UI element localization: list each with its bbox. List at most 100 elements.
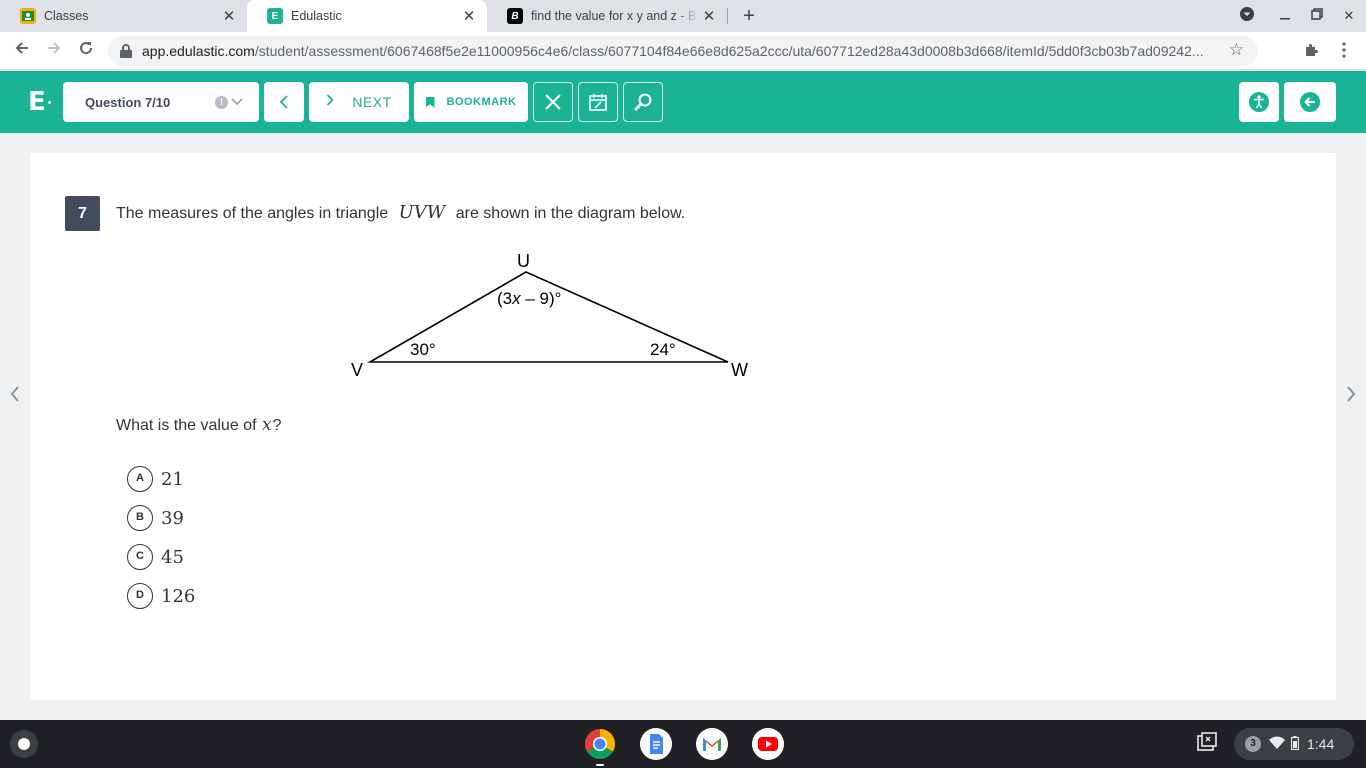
tab-title: Classes bbox=[44, 9, 89, 23]
tab-separator bbox=[727, 8, 728, 24]
question-stem: The measures of the angles in triangle U… bbox=[116, 202, 685, 223]
tab-brainly[interactable]: B find the value for x y and z - Brainly… bbox=[487, 0, 727, 32]
exclamation-icon: ! bbox=[215, 95, 228, 109]
close-tab-icon[interactable]: ✕ bbox=[459, 7, 479, 25]
tab-search-icon[interactable] bbox=[1236, 6, 1258, 26]
choice-letter-badge[interactable]: C bbox=[127, 544, 153, 570]
clock: 1:44 bbox=[1307, 736, 1335, 752]
brainly-icon: B bbox=[507, 8, 523, 24]
choice-letter-badge[interactable]: A bbox=[127, 466, 153, 492]
forward-icon[interactable] bbox=[42, 39, 66, 63]
running-indicator bbox=[596, 764, 604, 766]
angle-u-label: (3x – 9)° bbox=[497, 289, 561, 308]
os-shelf: 3 1:44 bbox=[0, 720, 1366, 768]
close-icon bbox=[545, 94, 561, 110]
chevron-right-icon bbox=[326, 93, 334, 111]
menu-dots-icon[interactable] bbox=[1334, 42, 1354, 62]
restore-icon[interactable] bbox=[1306, 6, 1328, 26]
status-tray[interactable]: 3 1:44 bbox=[1234, 728, 1354, 760]
back-icon[interactable] bbox=[10, 39, 34, 63]
choice-letter-badge[interactable]: B bbox=[127, 505, 153, 531]
question-selector-label: Question 7/10 bbox=[85, 94, 171, 110]
youtube-app-icon[interactable] bbox=[752, 728, 784, 760]
reload-icon[interactable] bbox=[74, 39, 98, 63]
choice-value[interactable]: 39 bbox=[161, 508, 184, 529]
choice-value[interactable]: 126 bbox=[161, 586, 195, 607]
url-text: app.edulastic.com/student/assessment/606… bbox=[142, 43, 1258, 59]
google-classroom-icon bbox=[20, 8, 36, 24]
question-number-badge: 7 bbox=[65, 196, 100, 231]
choice-letter-badge[interactable]: D bbox=[127, 583, 153, 609]
tab-title: Edulastic bbox=[291, 9, 342, 23]
lock-icon[interactable] bbox=[120, 44, 132, 58]
assessment-header: E Question 7/10 ! NEXT BOOKMARK bbox=[0, 71, 1366, 133]
next-label: NEXT bbox=[352, 94, 392, 110]
choice-value[interactable]: 21 bbox=[161, 469, 184, 490]
answer-choice-d[interactable]: D 126 bbox=[127, 583, 195, 609]
edulastic-logo: E bbox=[28, 87, 46, 117]
chevron-left-icon bbox=[279, 95, 288, 109]
question-card: 7 The measures of the angles in triangle… bbox=[30, 153, 1336, 700]
edulastic-icon: E bbox=[267, 8, 283, 24]
prompt-text-before: What is the value of bbox=[116, 417, 257, 434]
gmail-app-icon[interactable] bbox=[696, 728, 728, 760]
previous-button[interactable] bbox=[264, 82, 304, 122]
triangle-diagram: U V W (3x – 9)° 30° 24° bbox=[351, 251, 748, 380]
prompt-text-after: ? bbox=[272, 417, 282, 434]
new-tab-icon[interactable]: + bbox=[738, 4, 760, 28]
chevron-down-icon bbox=[231, 95, 247, 109]
choice-value[interactable]: 45 bbox=[161, 547, 184, 568]
tab-title: find the value for x y and z - Brainly bbox=[531, 9, 699, 23]
minimize-icon[interactable] bbox=[1274, 6, 1296, 26]
exit-button[interactable] bbox=[1284, 82, 1336, 122]
calendar-pencil-icon bbox=[589, 94, 607, 111]
question-text-before: The measures of the angles in triangle bbox=[116, 205, 389, 222]
crossout-tool-button[interactable] bbox=[533, 82, 573, 122]
screen-capture-icon[interactable] bbox=[1196, 732, 1218, 754]
tab-classes[interactable]: Classes ✕ bbox=[0, 0, 247, 32]
tab-edulastic[interactable]: E Edulastic ✕ bbox=[247, 0, 487, 32]
bookmark-icon bbox=[425, 96, 435, 108]
triangle-name: UVW bbox=[398, 202, 446, 223]
close-tab-icon[interactable]: ✕ bbox=[219, 7, 239, 25]
scratchpad-tool-button[interactable] bbox=[578, 82, 618, 122]
next-question-arrow-icon[interactable] bbox=[1341, 384, 1361, 408]
accessibility-button[interactable] bbox=[1239, 82, 1279, 122]
bookmark-button[interactable]: BOOKMARK bbox=[414, 82, 528, 122]
accessibility-icon bbox=[1249, 92, 1269, 112]
angle-u-close: – 9)° bbox=[521, 289, 562, 308]
next-button[interactable]: NEXT bbox=[309, 82, 409, 122]
bookmark-star-icon[interactable]: ☆ bbox=[1229, 40, 1244, 60]
extensions-puzzle-icon[interactable] bbox=[1301, 42, 1321, 62]
bookmark-label: BOOKMARK bbox=[446, 96, 517, 108]
exit-arrow-icon bbox=[1300, 92, 1320, 112]
battery-icon bbox=[1290, 735, 1300, 753]
url-path: /student/assessment/6067468f5e2e11000956… bbox=[254, 43, 1204, 59]
magnifier-tool-button[interactable] bbox=[623, 82, 663, 122]
answer-choice-c[interactable]: C 45 bbox=[127, 544, 184, 570]
prompt-variable: x bbox=[261, 415, 272, 435]
angle-v-label: 30° bbox=[410, 340, 436, 359]
chrome-app-icon[interactable] bbox=[584, 728, 616, 760]
browser-tab-strip: Classes ✕ E Edulastic ✕ B find the value… bbox=[0, 0, 1366, 32]
vertex-v-label: V bbox=[351, 360, 363, 380]
angle-u-variable: x bbox=[511, 289, 521, 308]
close-tab-icon[interactable]: ✕ bbox=[699, 7, 719, 25]
url-host: app.edulastic.com bbox=[142, 43, 255, 59]
vertex-u-label: U bbox=[517, 251, 530, 271]
logo-dot bbox=[48, 101, 51, 104]
angle-u-open: (3 bbox=[497, 289, 512, 308]
previous-question-arrow-icon[interactable] bbox=[5, 384, 25, 408]
wifi-icon bbox=[1269, 736, 1285, 753]
question-selector[interactable]: Question 7/10 ! bbox=[63, 82, 259, 122]
google-docs-app-icon[interactable] bbox=[640, 728, 672, 760]
answer-choice-b[interactable]: B 39 bbox=[127, 505, 184, 531]
question-text-after: are shown in the diagram below. bbox=[455, 205, 686, 222]
browser-toolbar: app.edulastic.com/student/assessment/606… bbox=[0, 32, 1366, 70]
address-bar[interactable]: app.edulastic.com/student/assessment/606… bbox=[108, 36, 1258, 66]
search-icon bbox=[633, 93, 652, 112]
answer-choice-a[interactable]: A 21 bbox=[127, 466, 184, 492]
vertex-w-label: W bbox=[731, 360, 748, 380]
launcher-icon[interactable] bbox=[10, 730, 38, 758]
close-window-icon[interactable]: ✕ bbox=[1338, 6, 1360, 26]
